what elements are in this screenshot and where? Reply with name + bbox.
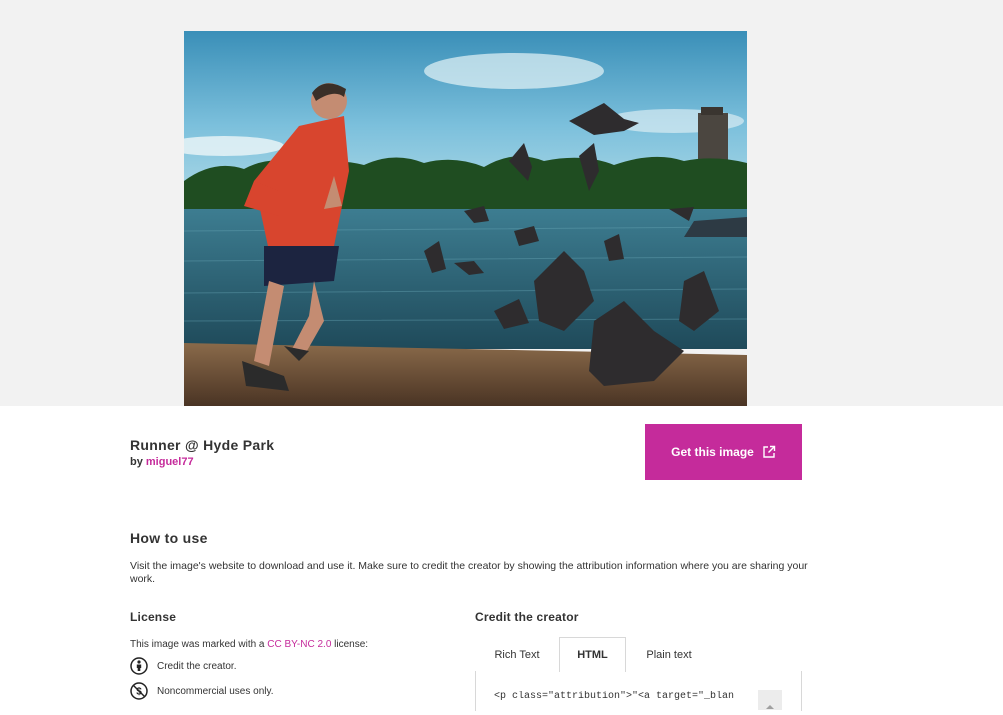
license-heading: License: [130, 610, 177, 624]
license-item-noncommercial: $ Noncommercial uses only.: [130, 682, 274, 700]
license-item-label: Credit the creator.: [157, 660, 237, 672]
tab-html[interactable]: HTML: [559, 637, 626, 672]
license-statement: This image was marked with a CC BY-NC 2.…: [130, 639, 368, 650]
svg-text:$: $: [136, 687, 142, 698]
get-this-image-label: Get this image: [671, 445, 754, 459]
license-text-before: This image was marked with a: [130, 639, 265, 650]
external-link-icon: [762, 445, 776, 459]
image-hero: [0, 0, 1003, 406]
get-this-image-button[interactable]: Get this image: [645, 424, 802, 480]
creator-link[interactable]: miguel77: [146, 456, 194, 468]
scroll-up-button[interactable]: [758, 690, 782, 710]
tab-plain-text[interactable]: Plain text: [626, 637, 712, 672]
how-to-use-text: Visit the image's website to download an…: [130, 560, 808, 585]
license-link[interactable]: CC BY-NC 2.0: [267, 639, 331, 650]
credit-heading: Credit the creator: [475, 610, 579, 624]
attribution-tabs: Rich Text HTML Plain text: [475, 637, 802, 672]
image-title: Runner @ Hyde Park: [130, 437, 275, 453]
tab-rich-text[interactable]: Rich Text: [475, 637, 559, 672]
license-item-label: Noncommercial uses only.: [157, 685, 274, 697]
creator-byline: by miguel77: [130, 456, 194, 468]
how-to-use-heading: How to use: [130, 530, 208, 546]
license-text-after: license:: [334, 639, 369, 650]
by-attribution-icon: [130, 657, 148, 675]
attribution-code[interactable]: <p class="attribution">"<a target="_blan: [494, 691, 746, 702]
byline-prefix: by: [130, 456, 143, 468]
noncommercial-icon: $: [130, 682, 148, 700]
main-photo: [184, 31, 747, 406]
chevron-up-icon: [765, 697, 775, 715]
license-item-attribution: Credit the creator.: [130, 657, 236, 675]
